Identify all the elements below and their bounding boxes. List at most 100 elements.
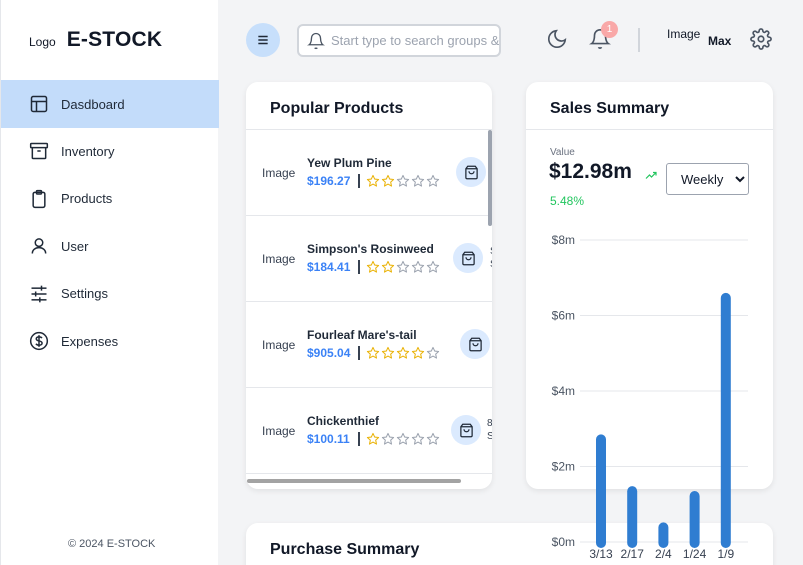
product-price: $196.27 bbox=[307, 174, 351, 188]
change-percent: 5.48% bbox=[550, 194, 585, 208]
x-tick-label: 2/17 bbox=[621, 547, 645, 561]
value-label: Value bbox=[550, 147, 575, 158]
y-tick-label: $0m bbox=[552, 535, 575, 549]
sidebar-item-user[interactable]: User bbox=[1, 222, 219, 270]
separator bbox=[358, 260, 361, 274]
sidebar-item-label: Dasdboard bbox=[61, 96, 125, 112]
product-meta: $905.04 bbox=[307, 346, 441, 360]
star-filled-icon bbox=[382, 260, 395, 273]
sidebar-item-dashboard[interactable]: Dasdboard bbox=[1, 80, 219, 128]
period-select[interactable]: Weekly bbox=[666, 163, 749, 195]
sidebar-item-expenses[interactable]: Expenses bbox=[1, 317, 219, 365]
sidebar-item-products[interactable]: Products bbox=[1, 175, 219, 223]
clipboard-icon bbox=[32, 189, 46, 208]
star-filled-icon bbox=[397, 346, 410, 359]
x-tick-label: 2/4 bbox=[655, 547, 672, 561]
logo: Logo bbox=[29, 35, 56, 49]
menu-toggle-button[interactable] bbox=[246, 23, 280, 57]
dollar-circle-icon bbox=[29, 331, 49, 351]
notification-badge: 1 bbox=[601, 21, 618, 38]
star-filled-icon bbox=[367, 260, 380, 273]
y-tick-label: $8m bbox=[552, 233, 575, 247]
star-filled-icon bbox=[412, 346, 425, 359]
x-tick-label: 1/9 bbox=[717, 547, 734, 561]
card-title: Purchase Summary bbox=[270, 541, 420, 558]
sliders-icon bbox=[31, 285, 47, 302]
shopping-bag-icon bbox=[459, 423, 473, 437]
chart-bar[interactable] bbox=[596, 434, 606, 548]
sidebar-item-label: Settings bbox=[61, 286, 108, 302]
brand: Logo E-STOCK bbox=[29, 28, 162, 52]
search-box bbox=[297, 24, 501, 57]
shopping-bag-icon bbox=[468, 337, 482, 351]
profile-name[interactable]: Max bbox=[708, 34, 731, 48]
sidebar-item-inventory[interactable]: Inventory bbox=[1, 127, 219, 175]
star-empty-icon bbox=[397, 174, 410, 187]
rating-stars bbox=[366, 260, 441, 274]
sidebar-nav: Dasdboard Inventory Products User Settin… bbox=[1, 80, 219, 364]
search-input[interactable] bbox=[331, 33, 499, 48]
copyright: © 2024 E-STOCK bbox=[68, 538, 156, 550]
product-image: Image bbox=[262, 166, 296, 180]
shopping-bag-icon bbox=[461, 251, 475, 265]
layout-icon bbox=[30, 95, 48, 113]
x-tick-label: 1/24 bbox=[683, 547, 707, 561]
y-tick-label: $2m bbox=[552, 460, 575, 474]
star-empty-icon bbox=[426, 432, 439, 445]
star-empty-icon bbox=[427, 174, 440, 187]
rating-stars bbox=[366, 432, 441, 446]
product-name: Yew Plum Pine bbox=[307, 156, 392, 170]
star-empty-icon bbox=[412, 174, 425, 187]
product-image: Image bbox=[262, 252, 296, 266]
add-to-cart-button[interactable] bbox=[456, 157, 486, 187]
product-row: Image Yew Plum Pine $196.27 bbox=[246, 130, 492, 216]
archive-icon bbox=[29, 143, 49, 160]
product-price: $100.11 bbox=[307, 432, 350, 446]
settings-button[interactable] bbox=[750, 28, 772, 50]
chart-bar[interactable] bbox=[689, 491, 700, 548]
sidebar-item-label: Inventory bbox=[61, 143, 115, 159]
add-to-cart-button[interactable] bbox=[453, 243, 483, 273]
product-row: Image Simpson's Rosinweed $184.41 SS bbox=[246, 216, 492, 302]
star-filled-icon bbox=[366, 432, 379, 445]
rating-stars bbox=[366, 346, 441, 360]
add-to-cart-button[interactable] bbox=[451, 415, 481, 445]
sidebar-item-settings[interactable]: Settings bbox=[1, 270, 219, 318]
avatar[interactable]: Image bbox=[667, 27, 700, 41]
card-title: Sales Summary bbox=[550, 100, 670, 117]
sales-bar-chart: $0m $2m $4m $6m $8m 3/13 2/17 2/4 1/24 1/9 bbox=[552, 233, 748, 561]
overflow-text: SS bbox=[490, 245, 492, 271]
star-empty-icon bbox=[397, 260, 410, 273]
trending-up-icon bbox=[645, 171, 657, 179]
brand-name: E-STOCK bbox=[66, 28, 163, 51]
product-image: Image bbox=[262, 424, 296, 438]
star-empty-icon bbox=[381, 432, 394, 445]
star-empty-icon bbox=[396, 432, 409, 445]
sidebar-item-label: User bbox=[61, 238, 89, 254]
product-meta: $184.41 bbox=[307, 260, 441, 274]
separator bbox=[358, 174, 361, 188]
horizontal-scrollbar[interactable] bbox=[247, 479, 461, 483]
product-name: Chickenthief bbox=[307, 414, 380, 428]
separator bbox=[357, 432, 360, 446]
card-title: Popular Products bbox=[270, 100, 404, 117]
add-to-cart-button[interactable] bbox=[460, 329, 490, 359]
chart-bar[interactable] bbox=[658, 522, 669, 548]
overflow-text: 8S bbox=[487, 418, 492, 442]
chart-bar[interactable] bbox=[720, 292, 731, 548]
moon-icon bbox=[547, 29, 567, 49]
star-filled-icon bbox=[382, 174, 395, 187]
vertical-scrollbar[interactable] bbox=[488, 130, 492, 226]
y-tick-label: $6m bbox=[552, 309, 575, 323]
dark-mode-toggle[interactable] bbox=[546, 28, 568, 50]
product-name: Simpson's Rosinweed bbox=[307, 242, 434, 256]
menu-icon bbox=[258, 35, 268, 45]
sidebar-item-label: Expenses bbox=[61, 333, 119, 349]
product-list[interactable]: Image Yew Plum Pine $196.27 Image Simpso… bbox=[246, 130, 492, 474]
gear-icon bbox=[750, 28, 772, 50]
x-tick-label: 3/13 bbox=[589, 547, 613, 561]
chart-bar[interactable] bbox=[627, 486, 638, 548]
product-name: Fourleaf Mare's-tail bbox=[307, 328, 417, 342]
user-icon bbox=[31, 238, 47, 254]
product-row: Image Chickenthief $100.11 8S bbox=[246, 388, 492, 474]
